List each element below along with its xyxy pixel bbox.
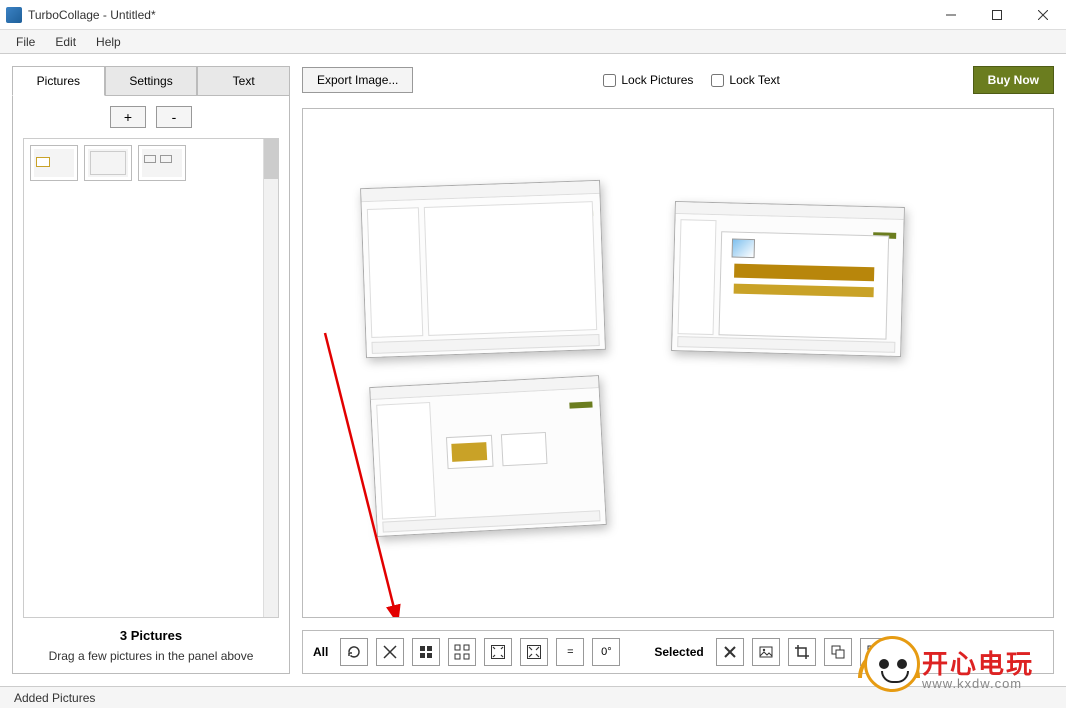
top-toolbar: Export Image... Lock Pictures Lock Text …	[302, 66, 1054, 94]
export-button[interactable]: Export Image...	[302, 67, 413, 93]
collage-image[interactable]	[360, 180, 606, 358]
grid-gap-icon[interactable]	[448, 638, 476, 666]
thumbnail-list	[24, 139, 263, 617]
lock-pictures-label: Lock Pictures	[621, 73, 693, 87]
fit-icon[interactable]	[484, 638, 512, 666]
bring-front-icon[interactable]	[860, 638, 888, 666]
reload-icon[interactable]	[340, 638, 368, 666]
buy-now-button[interactable]: Buy Now	[973, 66, 1054, 94]
tab-body-pictures: + - 3 Pictures Drag a few pictures in th…	[12, 96, 290, 674]
bottom-toolbar: All = 0° Selected	[302, 630, 1054, 674]
tab-settings[interactable]: Settings	[105, 66, 198, 96]
equal-weight-button[interactable]: =	[556, 638, 584, 666]
minimize-button[interactable]	[928, 0, 974, 30]
lock-pictures-check[interactable]: Lock Pictures	[603, 73, 693, 87]
add-remove-row: + -	[23, 106, 279, 128]
left-caption: 3 Pictures Drag a few pictures in the pa…	[23, 628, 279, 663]
tabs: Pictures Settings Text	[12, 66, 290, 96]
expand-icon[interactable]	[520, 638, 548, 666]
thumbnail[interactable]	[84, 145, 132, 181]
collage-canvas[interactable]	[302, 108, 1054, 618]
collage-image[interactable]	[671, 201, 905, 357]
tab-text[interactable]: Text	[197, 66, 290, 96]
swap-image-icon[interactable]	[752, 638, 780, 666]
lock-text-label: Lock Text	[729, 73, 779, 87]
thumbnail-area[interactable]	[23, 138, 279, 618]
maximize-button[interactable]	[974, 0, 1020, 30]
collage-image[interactable]	[369, 375, 607, 537]
crop-icon[interactable]	[788, 638, 816, 666]
lock-text-check[interactable]: Lock Text	[711, 73, 779, 87]
menu-help[interactable]: Help	[86, 32, 131, 52]
close-button[interactable]	[1020, 0, 1066, 30]
statusbar: Added Pictures	[0, 686, 1066, 708]
drag-hint: Drag a few pictures in the panel above	[23, 649, 279, 663]
app-icon	[6, 7, 22, 23]
all-label: All	[313, 645, 328, 659]
status-text: Added Pictures	[14, 691, 95, 705]
tab-pictures[interactable]: Pictures	[12, 66, 105, 96]
right-panel: Export Image... Lock Pictures Lock Text …	[302, 66, 1054, 674]
add-picture-button[interactable]: +	[110, 106, 146, 128]
menu-file[interactable]: File	[6, 32, 45, 52]
window-controls	[928, 0, 1066, 29]
menu-edit[interactable]: Edit	[45, 32, 86, 52]
app-title: TurboCollage - Untitled*	[28, 8, 928, 22]
send-back-icon[interactable]	[824, 638, 852, 666]
shuffle-icon[interactable]	[376, 638, 404, 666]
titlebar: TurboCollage - Untitled*	[0, 0, 1066, 30]
picture-count: 3 Pictures	[23, 628, 279, 643]
delete-icon[interactable]	[716, 638, 744, 666]
zero-degree-button[interactable]: 0°	[592, 638, 620, 666]
selected-label: Selected	[654, 645, 703, 659]
remove-picture-button[interactable]: -	[156, 106, 192, 128]
grid-solid-icon[interactable]	[412, 638, 440, 666]
thumbnail[interactable]	[30, 145, 78, 181]
scrollbar[interactable]	[263, 139, 278, 617]
content: Pictures Settings Text + - 3 Pictures Dr…	[0, 54, 1066, 686]
menubar: File Edit Help	[0, 30, 1066, 54]
left-panel: Pictures Settings Text + - 3 Pictures Dr…	[12, 66, 290, 674]
lock-checks: Lock Pictures Lock Text	[603, 73, 780, 87]
thumbnail[interactable]	[138, 145, 186, 181]
